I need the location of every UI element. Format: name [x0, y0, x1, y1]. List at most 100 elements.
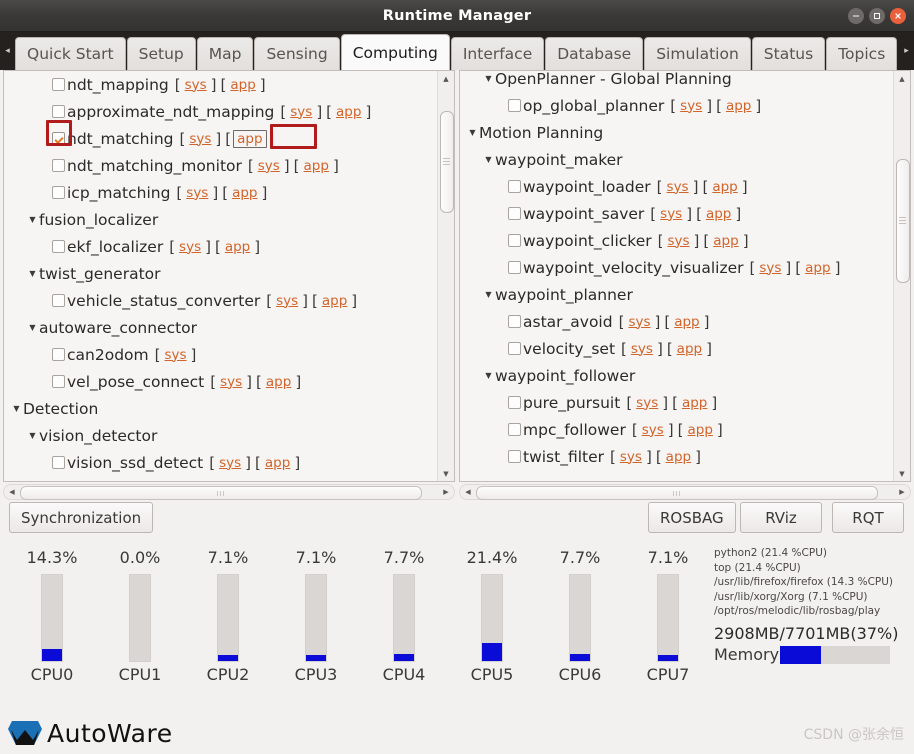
tree-node-row[interactable]: velocity_set[sys][app]	[460, 335, 894, 362]
tree-node-row[interactable]: waypoint_velocity_visualizer[sys][app]	[460, 254, 894, 281]
node-checkbox[interactable]	[52, 159, 65, 172]
app-link[interactable]: app	[704, 206, 733, 222]
left-horizontal-scrollbar[interactable]: ◀ ▶	[3, 484, 455, 500]
tree-node-row[interactable]: waypoint_loader[sys][app]	[460, 173, 894, 200]
left-scroll-thumb[interactable]	[440, 111, 454, 213]
tree-node-row[interactable]: pure_pursuit[sys][app]	[460, 389, 894, 416]
tree-group-row[interactable]: ▼ waypoint_maker	[460, 146, 894, 173]
app-link[interactable]: app	[680, 395, 709, 411]
tab-sensing[interactable]: Sensing	[254, 37, 340, 70]
node-checkbox[interactable]	[52, 348, 65, 361]
tree-node-row[interactable]: ndt_mapping[sys][app]	[4, 71, 438, 98]
node-checkbox[interactable]	[508, 261, 521, 274]
right-vertical-scrollbar[interactable]: ▲ ▼	[893, 71, 910, 481]
node-checkbox[interactable]	[52, 294, 65, 307]
node-checkbox[interactable]	[52, 375, 65, 388]
tree-group-row[interactable]: ▼ waypoint_follower	[460, 362, 894, 389]
tab-scroll-right-icon[interactable]: ▸	[899, 32, 914, 70]
tree-node-row[interactable]: mpc_follower[sys][app]	[460, 416, 894, 443]
tree-group-row[interactable]: ▼ waypoint_planner	[460, 281, 894, 308]
app-link[interactable]: app	[264, 374, 293, 390]
tree-node-row[interactable]: waypoint_clicker[sys][app]	[460, 227, 894, 254]
tab-quick-start[interactable]: Quick Start	[15, 37, 126, 70]
tree-node-row[interactable]: twist_filter[sys][app]	[460, 443, 894, 470]
scroll-left-icon[interactable]: ◀	[461, 485, 475, 499]
app-link[interactable]: app	[230, 185, 259, 201]
tree-node-row[interactable]: ekf_localizer[sys][app]	[4, 233, 438, 260]
synchronization-button[interactable]: Synchronization	[9, 502, 154, 533]
tab-simulation[interactable]: Simulation	[644, 37, 751, 70]
node-checkbox[interactable]	[52, 78, 65, 91]
node-checkbox[interactable]	[508, 180, 521, 193]
sys-link[interactable]: sys	[658, 206, 684, 222]
close-icon[interactable]	[890, 8, 906, 24]
sys-link[interactable]: sys	[256, 158, 282, 174]
chevron-down-icon[interactable]: ▼	[26, 269, 39, 278]
app-link[interactable]: app	[672, 314, 701, 330]
tree-node-row[interactable]: op_global_planner[sys][app]	[460, 92, 894, 119]
app-link[interactable]: app	[263, 455, 292, 471]
scroll-right-icon[interactable]: ▶	[439, 485, 453, 499]
minimize-icon[interactable]	[848, 8, 864, 24]
chevron-down-icon[interactable]: ▼	[26, 431, 39, 440]
left-vertical-scrollbar[interactable]: ▲ ▼	[437, 71, 454, 481]
app-link[interactable]: app	[320, 293, 349, 309]
sys-link[interactable]: sys	[187, 131, 213, 147]
tab-computing[interactable]: Computing	[340, 34, 450, 70]
tab-interface[interactable]: Interface	[450, 37, 545, 70]
app-link[interactable]: app	[334, 104, 363, 120]
right-hscroll-thumb[interactable]	[476, 486, 878, 500]
sys-link[interactable]: sys	[218, 374, 244, 390]
node-checkbox[interactable]	[508, 450, 521, 463]
node-checkbox[interactable]	[52, 132, 65, 145]
tree-group-row[interactable]: ▼ vision_detector	[4, 422, 438, 449]
node-checkbox[interactable]	[508, 423, 521, 436]
scroll-up-icon[interactable]: ▲	[438, 71, 454, 86]
sys-link[interactable]: sys	[629, 341, 655, 357]
node-checkbox[interactable]	[52, 456, 65, 469]
maximize-icon[interactable]	[869, 8, 885, 24]
tab-database[interactable]: Database	[545, 37, 644, 70]
sys-link[interactable]: sys	[183, 77, 209, 93]
rviz-button[interactable]: RViz	[740, 502, 822, 533]
sys-link[interactable]: sys	[274, 293, 300, 309]
app-link[interactable]: app	[302, 158, 331, 174]
node-checkbox[interactable]	[508, 234, 521, 247]
chevron-down-icon[interactable]: ▼	[482, 371, 495, 380]
tab-setup[interactable]: Setup	[126, 37, 196, 70]
sys-link[interactable]: sys	[678, 98, 704, 114]
node-checkbox[interactable]	[508, 207, 521, 220]
sys-link[interactable]: sys	[217, 455, 243, 471]
tab-scroll-left-icon[interactable]: ◂	[0, 32, 15, 70]
sys-link[interactable]: sys	[288, 104, 314, 120]
app-link[interactable]: app	[675, 341, 704, 357]
tab-status[interactable]: Status	[751, 37, 826, 70]
tree-node-row[interactable]: vision_ssd_detect[sys][app]	[4, 449, 438, 476]
sys-link[interactable]: sys	[618, 449, 644, 465]
node-checkbox[interactable]	[52, 240, 65, 253]
node-checkbox[interactable]	[508, 342, 521, 355]
tree-node-row[interactable]: can2odom[sys]	[4, 341, 438, 368]
sys-link[interactable]: sys	[757, 260, 783, 276]
tree-node-row[interactable]: waypoint_saver[sys][app]	[460, 200, 894, 227]
chevron-down-icon[interactable]: ▼	[482, 155, 495, 164]
chevron-down-icon[interactable]: ▼	[26, 215, 39, 224]
tree-group-row[interactable]: ▼ autoware_connector	[4, 314, 438, 341]
rosbag-button[interactable]: ROSBAG	[648, 502, 736, 533]
tree-node-row[interactable]: icp_matching[sys][app]	[4, 179, 438, 206]
tree-group-row[interactable]: ▼ fusion_localizer	[4, 206, 438, 233]
app-link[interactable]: app	[223, 239, 252, 255]
tree-group-row[interactable]: ▼ OpenPlanner - Global Planning	[460, 71, 894, 92]
tree-node-row[interactable]: vel_pose_connect[sys][app]	[4, 368, 438, 395]
right-scroll-thumb[interactable]	[896, 159, 910, 283]
sys-link[interactable]: sys	[177, 239, 203, 255]
app-link[interactable]: app	[233, 129, 267, 148]
chevron-down-icon[interactable]: ▼	[466, 128, 479, 137]
chevron-down-icon[interactable]: ▼	[482, 74, 495, 83]
app-link[interactable]: app	[803, 260, 832, 276]
tab-topics[interactable]: Topics	[826, 37, 898, 70]
node-checkbox[interactable]	[508, 396, 521, 409]
chevron-down-icon[interactable]: ▼	[482, 290, 495, 299]
app-link[interactable]: app	[724, 98, 753, 114]
node-checkbox[interactable]	[52, 186, 65, 199]
